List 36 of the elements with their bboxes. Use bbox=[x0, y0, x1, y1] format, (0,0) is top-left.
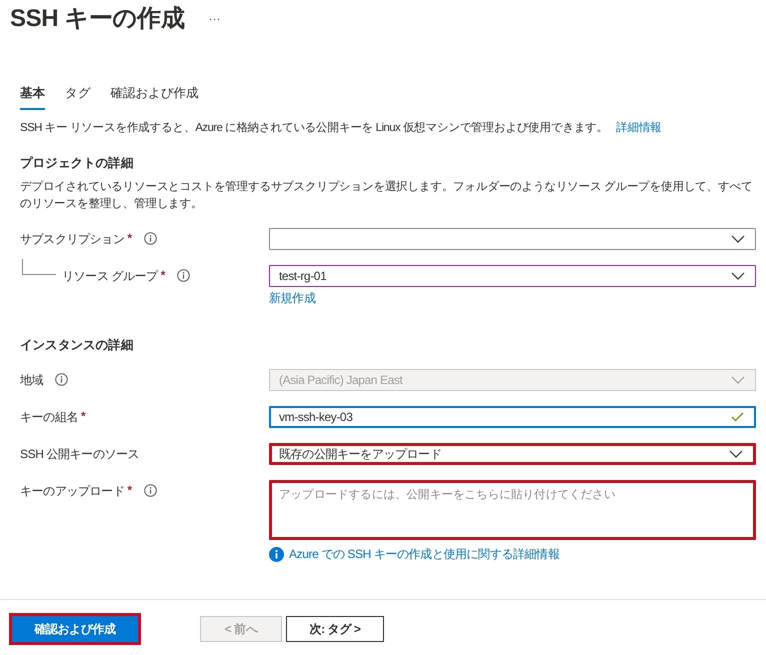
dropdown[interactable]: test-rg-01 bbox=[269, 265, 756, 287]
section-heading: インスタンスの詳細 bbox=[20, 337, 134, 354]
text-area[interactable]: アップロードするには、公開キーをこちらに貼り付けてください bbox=[269, 480, 756, 540]
chevron-down-icon bbox=[731, 376, 745, 384]
more-button[interactable]: ··· bbox=[208, 10, 220, 26]
tab[interactable]: 確認および作成 bbox=[110, 84, 199, 110]
tab[interactable]: 基本 bbox=[20, 84, 46, 110]
field-label: リソース グループ bbox=[62, 268, 158, 285]
page-title: SSH キーの作成 bbox=[10, 4, 184, 34]
review-create-button[interactable]: 確認および作成 bbox=[12, 616, 138, 642]
chevron-down-icon bbox=[731, 235, 745, 243]
chevron-down-icon bbox=[731, 272, 745, 280]
learn-more-link[interactable]: 詳細情報 bbox=[616, 122, 662, 134]
tab[interactable]: タグ bbox=[65, 84, 90, 110]
dropdown[interactable] bbox=[269, 228, 756, 250]
required-mark: * bbox=[160, 268, 166, 282]
tree-connector-line bbox=[22, 259, 56, 275]
required-mark: * bbox=[127, 483, 132, 497]
checkmark-icon bbox=[731, 412, 744, 422]
chevron-down-icon bbox=[729, 450, 743, 458]
info-icon bbox=[269, 547, 284, 562]
intro-text: SSH キー リソースを作成すると、Azure に格納されている公開キーを Linux 仮想マシンで管理および使用できます。 詳細情報 bbox=[20, 120, 663, 135]
section-description: デプロイされているリソースとコストを管理するサブスクリプションを選択します。フォルダーのようなリソース グループを使用して、すべてのリソースを整理し、管理します。 bbox=[20, 179, 754, 212]
field-label: SSH 公開キーのソース bbox=[20, 446, 140, 463]
section-heading: プロジェクトの詳細 bbox=[20, 155, 134, 172]
required-mark: * bbox=[81, 409, 86, 423]
field-label: キーのアップロード bbox=[20, 483, 124, 500]
dropdown[interactable]: 既存の公開キーをアップロード bbox=[269, 443, 756, 465]
field-label: サブスクリプション bbox=[20, 231, 124, 248]
create-new-link[interactable]: 新規作成 bbox=[269, 290, 316, 307]
input-field[interactable]: vm-ssh-key-03 bbox=[269, 406, 756, 428]
nav-button[interactable]: 次: タグ > bbox=[286, 616, 384, 642]
field-label: 地域 bbox=[20, 372, 44, 389]
required-mark: * bbox=[127, 231, 132, 245]
ssh-key-info-link[interactable]: Azure での SSH キーの作成と使用に関する詳細情報 bbox=[289, 546, 560, 563]
field-label: キーの組名 bbox=[20, 409, 78, 426]
